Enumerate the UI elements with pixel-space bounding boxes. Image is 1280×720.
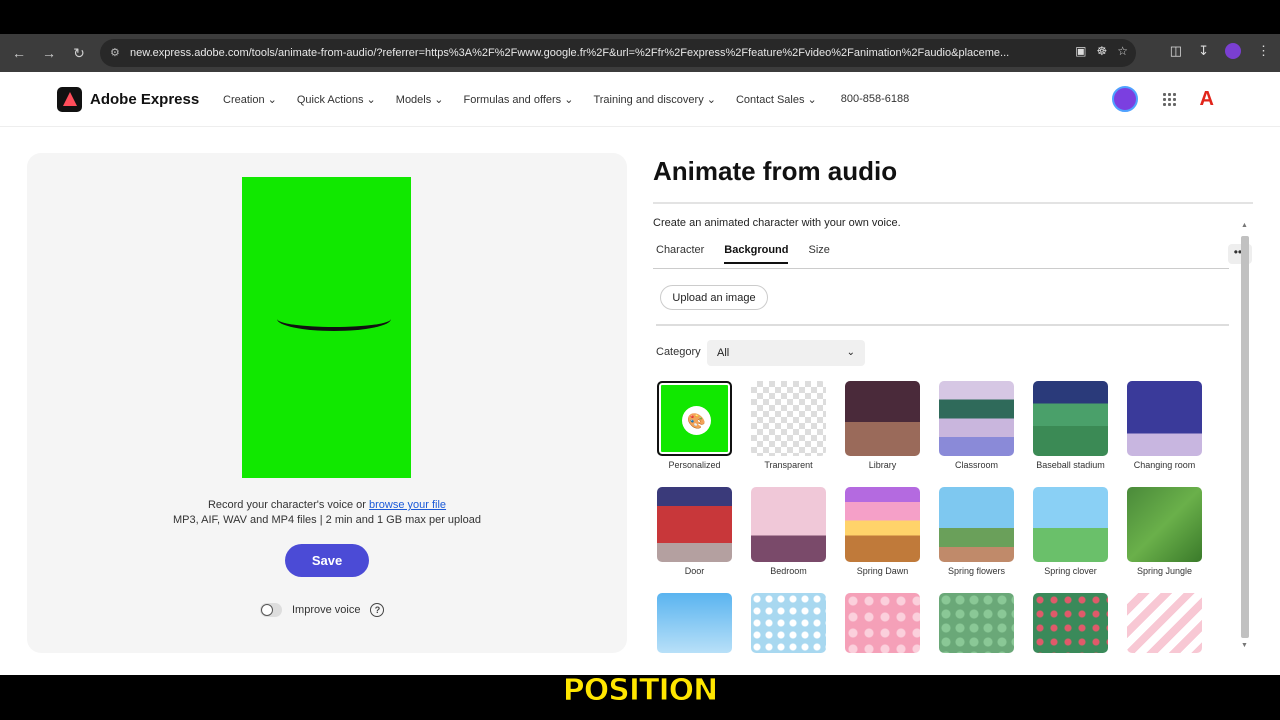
extensions-icon[interactable]: ◫ xyxy=(1170,43,1182,59)
bg-thumb-spring-dawn[interactable] xyxy=(845,487,920,562)
bg-thumb-classroom[interactable] xyxy=(939,381,1014,456)
user-avatar[interactable] xyxy=(1111,86,1138,112)
nav-creation[interactable]: Creation ⌄ xyxy=(223,93,277,106)
scroll-down-icon[interactable]: ▼ xyxy=(1241,642,1248,649)
bg-thumb-bedroom[interactable] xyxy=(751,487,826,562)
site-info-icon[interactable]: ⚙ xyxy=(110,46,124,60)
nav-models[interactable]: Models ⌄ xyxy=(396,93,444,106)
site-header: Adobe Express Creation ⌄ Quick Actions ⌄… xyxy=(0,72,1280,127)
nav-training[interactable]: Training and discovery ⌄ xyxy=(593,93,716,106)
main-nav: Creation ⌄ Quick Actions ⌄ Models ⌄ Form… xyxy=(223,93,909,106)
improve-voice-row: Improve voice ? xyxy=(260,603,385,617)
bg-tile-changing-room[interactable]: Changing room xyxy=(1127,381,1202,470)
improve-voice-label: Improve voice xyxy=(292,604,361,616)
category-select[interactable]: All ⌄ xyxy=(707,340,865,366)
adobe-logo-icon[interactable]: A xyxy=(1200,88,1214,111)
bg-thumb-green-leaves[interactable] xyxy=(939,593,1014,653)
background-grid: 🎨 Personalized Transparent Library Class… xyxy=(657,381,1217,657)
forward-icon[interactable]: → xyxy=(34,38,64,68)
cast-icon[interactable]: ▣ xyxy=(1075,44,1086,58)
bg-tile-library[interactable]: Library xyxy=(845,381,920,470)
record-instructions: Record your character's voice or browse … xyxy=(207,499,447,511)
upload-divider xyxy=(656,324,1229,326)
bg-thumb-baseball-stadium[interactable] xyxy=(1033,381,1108,456)
translate-icon[interactable]: ☸ xyxy=(1096,44,1107,58)
bg-thumb-spring-clover[interactable] xyxy=(1033,487,1108,562)
tab-character[interactable]: Character xyxy=(656,244,704,264)
bg-thumb-stripes[interactable] xyxy=(1127,593,1202,653)
bg-thumb-door[interactable] xyxy=(657,487,732,562)
tab-size[interactable]: Size xyxy=(808,244,829,264)
character-mouth xyxy=(277,307,391,331)
bg-thumb-sky[interactable] xyxy=(657,593,732,653)
palette-icon: 🎨 xyxy=(682,406,711,435)
bg-tile-personalized[interactable]: 🎨 Personalized xyxy=(657,381,732,470)
bg-tile-bedroom[interactable]: Bedroom xyxy=(751,487,826,576)
browser-menu-icon[interactable]: ⋮ xyxy=(1257,43,1270,59)
page-subtitle: Create an animated character with your o… xyxy=(653,217,901,229)
bg-thumb-spring-jungle[interactable] xyxy=(1127,487,1202,562)
save-button[interactable]: Save xyxy=(285,544,369,577)
url-text[interactable]: new.express.adobe.com/tools/animate-from… xyxy=(130,47,1050,59)
adobe-express-logo[interactable]: Adobe Express xyxy=(57,87,199,112)
nav-formulas[interactable]: Formulas and offers ⌄ xyxy=(464,93,574,106)
help-icon[interactable]: ? xyxy=(370,603,385,617)
bg-tile-baseball-stadium[interactable]: Baseball stadium xyxy=(1033,381,1108,470)
category-label: Category xyxy=(656,346,701,358)
scroll-up-icon[interactable]: ▲ xyxy=(1241,222,1248,229)
bg-tile-stripes[interactable] xyxy=(1127,593,1202,653)
bg-thumb-roses[interactable] xyxy=(1033,593,1108,653)
bg-tile-spring-clover[interactable]: Spring clover xyxy=(1033,487,1108,576)
bg-tile-spring-dawn[interactable]: Spring Dawn xyxy=(845,487,920,576)
address-bar[interactable]: ⚙ new.express.adobe.com/tools/animate-fr… xyxy=(100,39,1136,67)
bg-tile-daisies[interactable] xyxy=(751,593,826,653)
tab-background[interactable]: Background xyxy=(724,244,789,264)
bg-thumb-personalized[interactable]: 🎨 xyxy=(657,381,732,456)
bg-thumb-transparent[interactable] xyxy=(751,381,826,456)
scrollbar-thumb[interactable] xyxy=(1241,236,1249,638)
bg-thumb-daisies[interactable] xyxy=(751,593,826,653)
adobe-express-logo-icon xyxy=(57,87,82,112)
video-caption: POSITION xyxy=(562,673,719,709)
tabs-divider xyxy=(653,268,1229,269)
bookmark-star-icon[interactable]: ☆ xyxy=(1117,44,1128,58)
bg-thumb-changing-room[interactable] xyxy=(1127,381,1202,456)
browse-file-link[interactable]: browse your file xyxy=(369,499,446,511)
bg-tile-spring-flowers[interactable]: Spring flowers xyxy=(939,487,1014,576)
page-title: Animate from audio xyxy=(653,156,898,186)
browser-toolbar: ← → ↻ ⚙ new.express.adobe.com/tools/anim… xyxy=(0,34,1280,72)
bg-tile-classroom[interactable]: Classroom xyxy=(939,381,1014,470)
settings-tabs: Character Background Size xyxy=(656,244,830,264)
video-top-border xyxy=(0,0,1280,34)
download-icon[interactable]: ↧ xyxy=(1198,43,1209,59)
bg-tile-roses[interactable] xyxy=(1033,593,1108,653)
reload-icon[interactable]: ↻ xyxy=(64,38,94,68)
animation-preview xyxy=(242,177,411,478)
bg-tile-door[interactable]: Door xyxy=(657,487,732,576)
upload-image-button[interactable]: Upload an image xyxy=(660,285,768,310)
bg-tile-green-leaves[interactable] xyxy=(939,593,1014,653)
back-icon[interactable]: ← xyxy=(4,38,34,68)
improve-voice-toggle[interactable] xyxy=(260,603,282,617)
browser-profile-icon[interactable] xyxy=(1225,43,1241,59)
bg-tile-hearts[interactable] xyxy=(845,593,920,653)
logo-text: Adobe Express xyxy=(90,91,200,108)
bg-tile-transparent[interactable]: Transparent xyxy=(751,381,826,470)
formats-info: MP3, AIF, WAV and MP4 files | 2 min and … xyxy=(173,514,481,526)
bg-thumb-spring-flowers[interactable] xyxy=(939,487,1014,562)
apps-grid-icon[interactable] xyxy=(1161,92,1176,106)
bg-tile-sky[interactable] xyxy=(657,593,732,653)
adobe-express-page: Adobe Express Creation ⌄ Quick Actions ⌄… xyxy=(0,72,1280,675)
chevron-down-icon: ⌄ xyxy=(846,347,855,358)
preview-panel: Record your character's voice or browse … xyxy=(27,153,627,653)
nav-contact-sales[interactable]: Contact Sales ⌄ xyxy=(736,93,817,106)
phone-number[interactable]: 800-858-6188 xyxy=(841,93,910,106)
nav-quick-actions[interactable]: Quick Actions ⌄ xyxy=(297,93,376,106)
bg-thumb-hearts[interactable] xyxy=(845,593,920,653)
title-divider xyxy=(653,202,1253,204)
bg-tile-spring-jungle[interactable]: Spring Jungle xyxy=(1127,487,1202,576)
bg-thumb-library[interactable] xyxy=(845,381,920,456)
